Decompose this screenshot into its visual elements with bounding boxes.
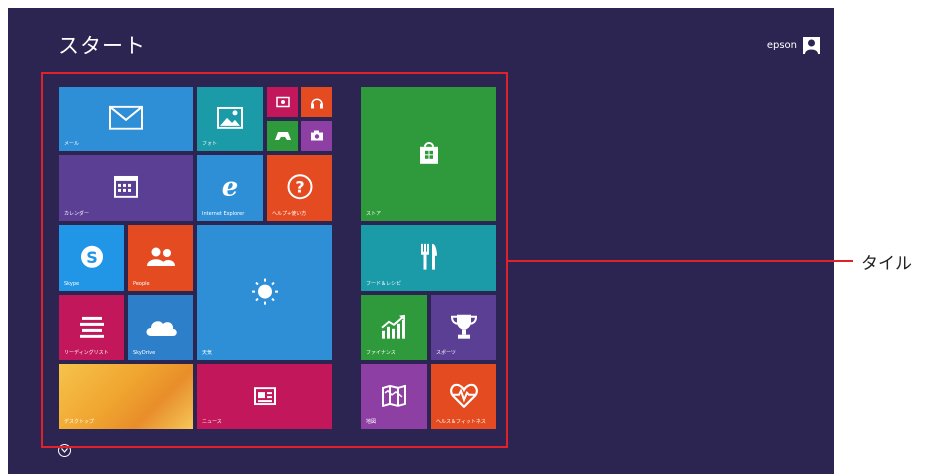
user-name: epson [766,40,797,51]
callout-label: タイル [861,254,912,274]
avatar-icon [803,37,820,54]
callout-line [508,260,853,262]
page-title: スタート [58,34,146,58]
chevron-down-icon [61,448,68,453]
user-account[interactable]: epson [767,37,820,54]
tiles-callout-box [41,72,508,448]
